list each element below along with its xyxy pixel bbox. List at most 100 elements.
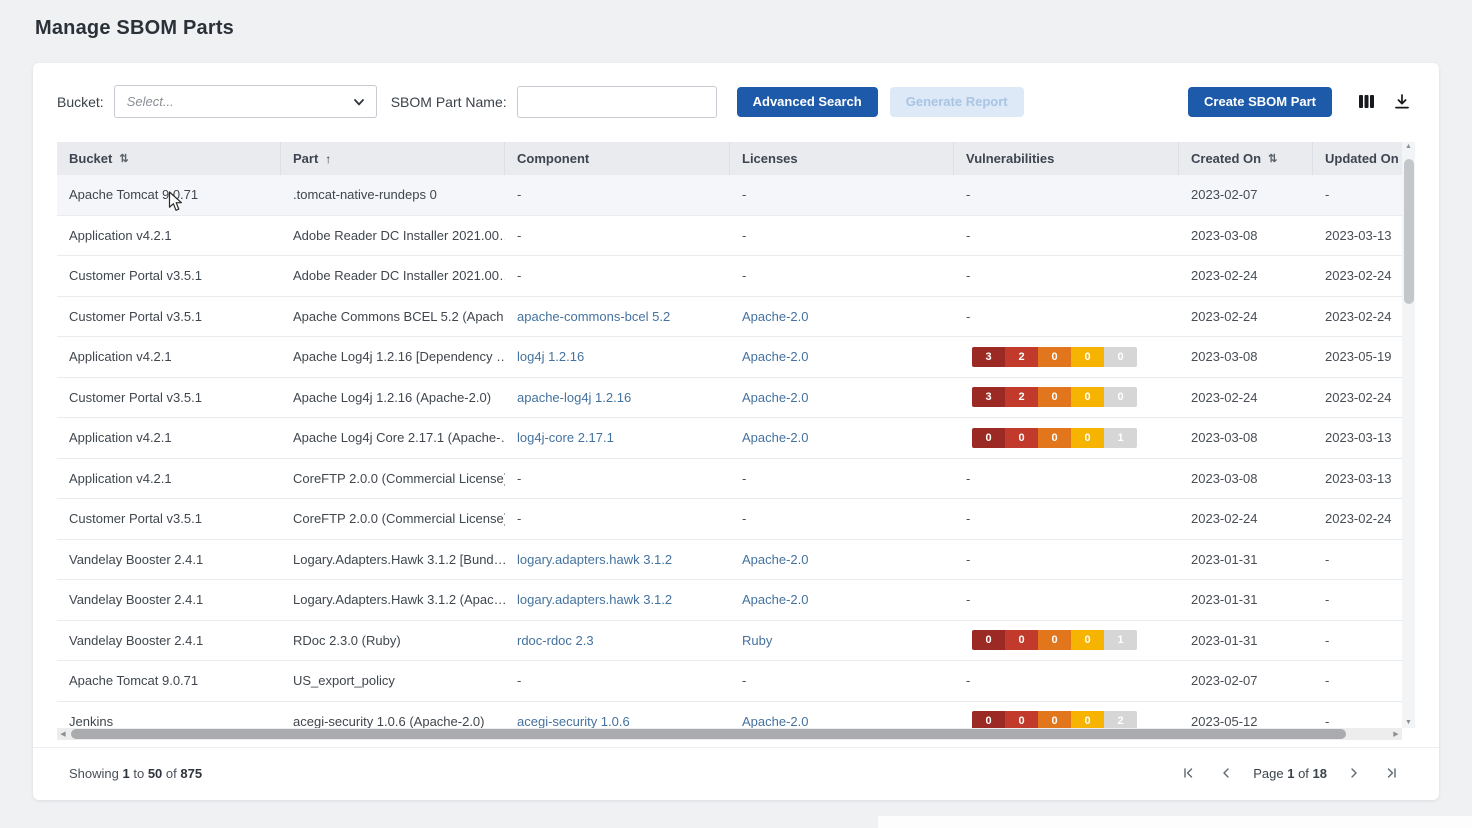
cell-vulnerabilities: 00002 xyxy=(954,702,1179,729)
sort-ascending-icon[interactable]: ↑ xyxy=(325,152,331,166)
cell-component-text[interactable]: log4j-core 2.17.1 xyxy=(517,430,614,445)
cell-license[interactable]: Apache-2.0 xyxy=(730,337,954,377)
cell-component[interactable]: logary.adapters.hawk 3.1.2 xyxy=(505,580,730,620)
cell-created-on-text: 2023-05-12 xyxy=(1191,714,1258,728)
download-icon[interactable] xyxy=(1389,89,1415,114)
cell-vulnerabilities: - xyxy=(954,499,1179,539)
vulnerability-severity-4: 0 xyxy=(1071,347,1104,367)
table-row[interactable]: Customer Portal v3.5.1Adobe Reader DC In… xyxy=(57,256,1402,297)
scroll-up-icon[interactable]: ▲ xyxy=(1405,142,1412,152)
create-sbom-part-button[interactable]: Create SBOM Part xyxy=(1188,87,1332,117)
table-row[interactable]: Vandelay Booster 2.4.1Logary.Adapters.Ha… xyxy=(57,580,1402,621)
scroll-right-icon[interactable]: ▶ xyxy=(1390,730,1402,738)
previous-page-button[interactable] xyxy=(1215,764,1237,782)
table-row[interactable]: Apache Tomcat 9.0.71US_export_policy---2… xyxy=(57,661,1402,702)
cell-vulnerabilities-text: - xyxy=(966,552,970,567)
table-row[interactable]: Customer Portal v3.5.1CoreFTP 2.0.0 (Com… xyxy=(57,499,1402,540)
bucket-select[interactable]: Select... xyxy=(114,85,377,118)
cell-license[interactable]: Apache-2.0 xyxy=(730,418,954,458)
column-header-component: Component xyxy=(505,142,730,175)
cell-component-text[interactable]: acegi-security 1.0.6 xyxy=(517,714,630,728)
table-row[interactable]: Application v4.2.1Apache Log4j Core 2.17… xyxy=(57,418,1402,459)
table-row[interactable]: Customer Portal v3.5.1Apache Log4j 1.2.1… xyxy=(57,378,1402,419)
first-page-button[interactable] xyxy=(1177,764,1199,782)
scroll-left-icon[interactable]: ◀ xyxy=(57,730,69,738)
cell-license-text[interactable]: Apache-2.0 xyxy=(742,430,809,445)
last-page-button[interactable] xyxy=(1381,764,1403,782)
total-pages: 18 xyxy=(1313,766,1327,781)
cell-license[interactable]: Apache-2.0 xyxy=(730,297,954,337)
cell-license[interactable]: Ruby xyxy=(730,621,954,661)
column-chooser-icon[interactable] xyxy=(1354,90,1379,113)
table-row[interactable]: Jenkinsacegi-security 1.0.6 (Apache-2.0)… xyxy=(57,702,1402,729)
cell-component: - xyxy=(505,216,730,256)
cell-component-text[interactable]: logary.adapters.hawk 3.1.2 xyxy=(517,592,672,607)
cell-component[interactable]: apache-log4j 1.2.16 xyxy=(505,378,730,418)
cell-component-text[interactable]: logary.adapters.hawk 3.1.2 xyxy=(517,552,672,567)
horizontal-scrollbar-thumb[interactable] xyxy=(71,729,1346,739)
cell-license-text[interactable]: Apache-2.0 xyxy=(742,592,809,607)
column-header-label: Licenses xyxy=(742,151,798,166)
column-header-bucket[interactable]: Bucket⇅ xyxy=(57,142,281,175)
cell-license[interactable]: Apache-2.0 xyxy=(730,702,954,729)
horizontal-scrollbar[interactable]: ◀ ▶ xyxy=(57,728,1402,740)
advanced-search-button[interactable]: Advanced Search xyxy=(737,87,878,117)
cell-license-text[interactable]: Ruby xyxy=(742,633,772,648)
vulnerability-badge[interactable]: 00001 xyxy=(972,630,1137,650)
vulnerability-badge[interactable]: 32000 xyxy=(972,387,1137,407)
chevron-down-icon xyxy=(352,95,366,109)
table-row[interactable]: Application v4.2.1Adobe Reader DC Instal… xyxy=(57,216,1402,257)
cell-created-on-text: 2023-03-08 xyxy=(1191,471,1258,486)
cell-license-text[interactable]: Apache-2.0 xyxy=(742,552,809,567)
cell-component-text[interactable]: apache-commons-bcel 5.2 xyxy=(517,309,670,324)
cell-component[interactable]: rdoc-rdoc 2.3 xyxy=(505,621,730,661)
column-header-created-on[interactable]: Created On⇅ xyxy=(1179,142,1313,175)
cell-license[interactable]: Apache-2.0 xyxy=(730,580,954,620)
cell-license-text[interactable]: Apache-2.0 xyxy=(742,390,809,405)
cell-component[interactable]: log4j 1.2.16 xyxy=(505,337,730,377)
cell-license-text[interactable]: Apache-2.0 xyxy=(742,309,809,324)
cell-updated-on-text: 2023-02-24 xyxy=(1325,390,1392,405)
vulnerability-badge[interactable]: 32000 xyxy=(972,347,1137,367)
cell-bucket-text: Apache Tomcat 9.0.71 xyxy=(69,187,198,202)
table-row[interactable]: Vandelay Booster 2.4.1Logary.Adapters.Ha… xyxy=(57,540,1402,581)
table-row[interactable]: Apache Tomcat 9.0.71.tomcat-native-runde… xyxy=(57,175,1402,216)
vertical-scrollbar-thumb[interactable] xyxy=(1404,159,1414,304)
vertical-scrollbar[interactable]: ▲ ▼ xyxy=(1402,142,1415,728)
cell-part: Apache Log4j Core 2.17.1 (Apache-… xyxy=(281,418,505,458)
cell-license[interactable]: Apache-2.0 xyxy=(730,378,954,418)
cell-updated-on-text: 2023-02-24 xyxy=(1325,511,1392,526)
table-row[interactable]: Application v4.2.1Apache Log4j 1.2.16 [D… xyxy=(57,337,1402,378)
cell-component[interactable]: log4j-core 2.17.1 xyxy=(505,418,730,458)
vulnerability-badge[interactable]: 00002 xyxy=(972,711,1137,728)
cell-vulnerabilities: 32000 xyxy=(954,378,1179,418)
vulnerability-badge[interactable]: 00001 xyxy=(972,428,1137,448)
cell-bucket: Customer Portal v3.5.1 xyxy=(57,499,281,539)
cell-created-on-text: 2023-02-24 xyxy=(1191,309,1258,324)
cell-component[interactable]: logary.adapters.hawk 3.1.2 xyxy=(505,540,730,580)
cell-license-text[interactable]: Apache-2.0 xyxy=(742,349,809,364)
scroll-down-icon[interactable]: ▼ xyxy=(1405,718,1412,728)
cell-license-text[interactable]: Apache-2.0 xyxy=(742,714,809,728)
sbom-part-name-input[interactable] xyxy=(517,86,717,118)
cell-vulnerabilities-text: - xyxy=(966,187,970,202)
cell-license[interactable]: Apache-2.0 xyxy=(730,540,954,580)
cell-component-text[interactable]: apache-log4j 1.2.16 xyxy=(517,390,631,405)
cell-updated-on: 2023-02-24 xyxy=(1313,256,1402,296)
cell-vulnerabilities: 00001 xyxy=(954,621,1179,661)
column-header-updated-on[interactable]: Updated On⇅ xyxy=(1313,142,1402,175)
cell-updated-on-text: - xyxy=(1325,592,1329,607)
table-row[interactable]: Application v4.2.1CoreFTP 2.0.0 (Commerc… xyxy=(57,459,1402,500)
column-header-part[interactable]: Part↑ xyxy=(281,142,505,175)
cell-component-text[interactable]: rdoc-rdoc 2.3 xyxy=(517,633,594,648)
sort-icon[interactable]: ⇅ xyxy=(119,152,128,165)
cell-component[interactable]: acegi-security 1.0.6 xyxy=(505,702,730,729)
cell-component[interactable]: apache-commons-bcel 5.2 xyxy=(505,297,730,337)
table-row[interactable]: Customer Portal v3.5.1Apache Commons BCE… xyxy=(57,297,1402,338)
next-page-button[interactable] xyxy=(1343,764,1365,782)
cell-component-text[interactable]: log4j 1.2.16 xyxy=(517,349,584,364)
sort-icon[interactable]: ⇅ xyxy=(1268,152,1277,165)
table-row[interactable]: Vandelay Booster 2.4.1RDoc 2.3.0 (Ruby)r… xyxy=(57,621,1402,662)
cell-vulnerabilities: - xyxy=(954,256,1179,296)
cell-updated-on: - xyxy=(1313,175,1402,215)
